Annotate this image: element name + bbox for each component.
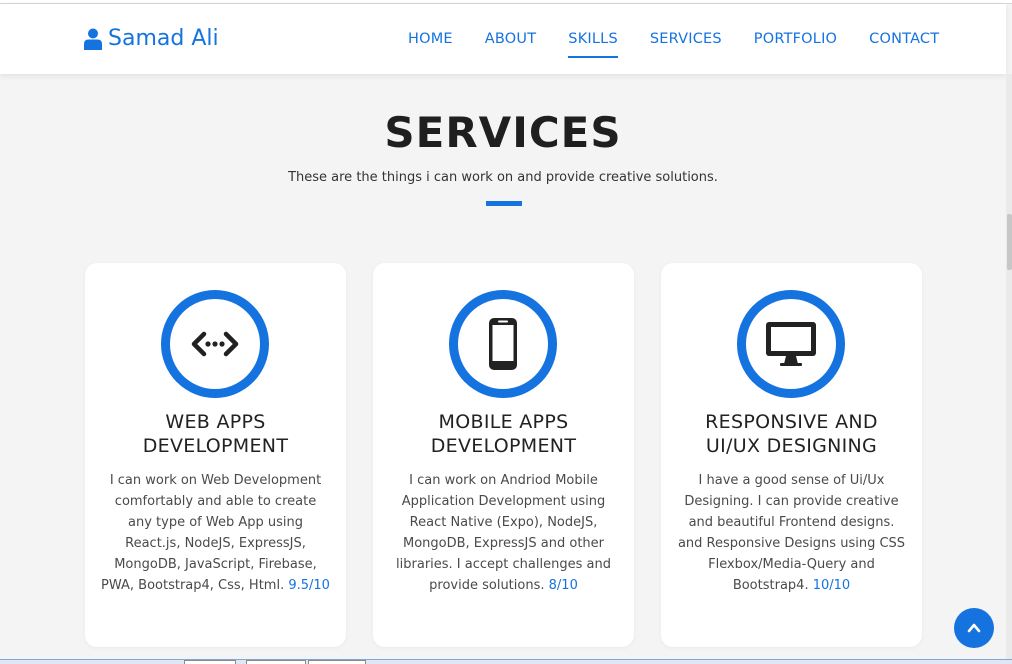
- service-title-line1: WEB APPS: [165, 411, 266, 433]
- scrollbar-thumb[interactable]: [1007, 214, 1012, 270]
- service-title-line1: MOBILE APPS: [438, 411, 569, 433]
- taskbar-strip: [0, 659, 1012, 664]
- nav-link-about[interactable]: ABOUT: [485, 31, 537, 47]
- service-text: I can work on Web Development comfortabl…: [101, 473, 322, 593]
- mobile-icon: [489, 318, 517, 370]
- service-description: I can work on Web Development comfortabl…: [101, 470, 330, 596]
- taskbar-tab[interactable]: [246, 660, 306, 664]
- service-title-line1: RESPONSIVE AND: [705, 411, 878, 433]
- service-title-line2: UI/UX DESIGNING: [705, 435, 878, 457]
- page-scrollbar[interactable]: [1006, 74, 1012, 664]
- service-icon-ring: [161, 290, 269, 398]
- service-icon-ring: [737, 290, 845, 398]
- navbar: Samad Ali HOME ABOUT SKILLS SERVICES POR…: [0, 4, 1006, 74]
- service-card-mobile: MOBILE APPS DEVELOPMENT I can work on An…: [373, 263, 634, 647]
- service-title: MOBILE APPS DEVELOPMENT: [383, 410, 624, 458]
- section-subtitle: These are the things i can work on and p…: [288, 170, 718, 185]
- service-rating: 8/10: [548, 578, 578, 593]
- service-title: WEB APPS DEVELOPMENT: [95, 410, 336, 458]
- brand-name: Samad Ali: [108, 26, 219, 51]
- chevron-up-icon: [967, 623, 981, 633]
- service-text: I have a good sense of Ui/Ux Designing. …: [677, 473, 906, 593]
- service-icon-ring: [449, 290, 557, 398]
- main-nav: HOME ABOUT SKILLS SERVICES PORTFOLIO CON…: [392, 4, 955, 74]
- nav-link-portfolio[interactable]: PORTFOLIO: [754, 31, 837, 47]
- nav-link-home[interactable]: HOME: [408, 31, 453, 47]
- user-icon: [84, 28, 102, 50]
- service-rating: 10/10: [812, 578, 851, 593]
- service-title: RESPONSIVE AND UI/UX DESIGNING: [671, 410, 912, 458]
- service-title-line2: DEVELOPMENT: [142, 435, 289, 457]
- service-title-line2: DEVELOPMENT: [430, 435, 577, 457]
- nav-link-skills[interactable]: SKILLS: [568, 31, 618, 58]
- service-description: I can work on Andriod Mobile Application…: [389, 470, 618, 596]
- scroll-to-top-button[interactable]: [954, 608, 994, 648]
- service-description: I have a good sense of Ui/Ux Designing. …: [677, 470, 906, 596]
- nav-link-services[interactable]: SERVICES: [650, 31, 722, 47]
- service-card-design: RESPONSIVE AND UI/UX DESIGNING I have a …: [661, 263, 922, 647]
- brand-link[interactable]: Samad Ali: [84, 26, 219, 51]
- service-text: I can work on Andriod Mobile Application…: [396, 473, 611, 593]
- taskbar-tab[interactable]: [184, 660, 236, 664]
- nav-link-contact[interactable]: CONTACT: [869, 31, 939, 47]
- section-title: SERVICES: [384, 108, 622, 157]
- service-card-web: WEB APPS DEVELOPMENT I can work on Web D…: [85, 263, 346, 647]
- desktop-icon: [766, 322, 816, 366]
- service-rating: 9.5/10: [288, 578, 330, 593]
- code-icon: [191, 331, 239, 357]
- taskbar-tab[interactable]: [308, 660, 366, 664]
- title-underline: [486, 201, 522, 206]
